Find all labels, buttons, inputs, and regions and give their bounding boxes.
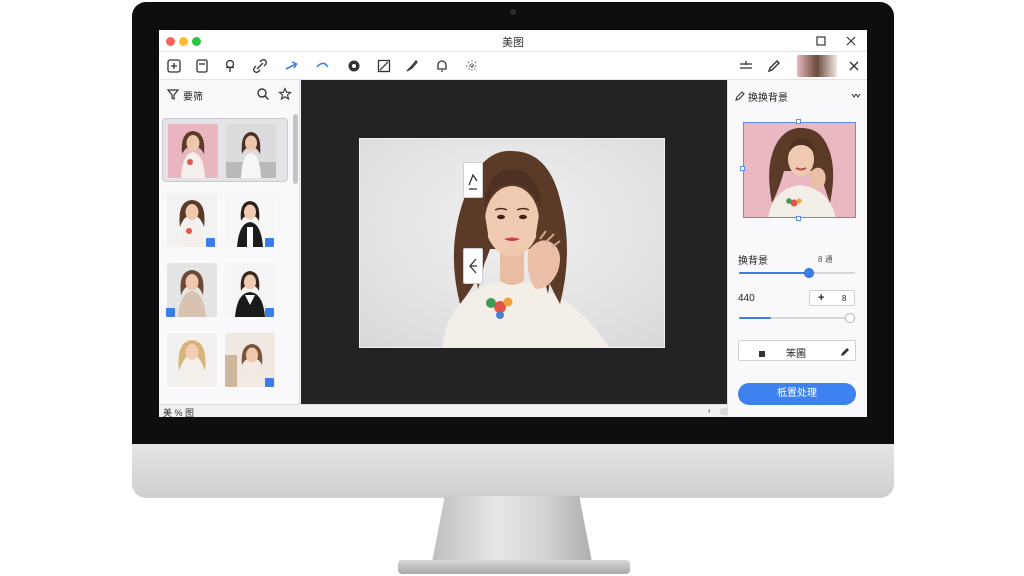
window-title: 美图 — [502, 37, 524, 49]
status-bar: ‹ ‹ ^ — [300, 404, 829, 417]
tool-selector[interactable]: 笨圖 — [738, 340, 856, 361]
camera-dot — [510, 9, 516, 15]
filter-dropdown[interactable]: 要筛 — [183, 88, 203, 103]
app-window: 美图 要筛 美 % 图 ‹ 换换背景 换背景 8 通 440 + 8 笨圖 柢置… — [159, 30, 867, 417]
batch-process-button[interactable]: 柢置处理 — [738, 383, 856, 405]
crop-handle-bottom[interactable] — [796, 216, 801, 221]
collapse-tab-top[interactable] — [463, 162, 483, 198]
background-section-label: 换背景 — [738, 256, 768, 267]
pencil-icon[interactable] — [839, 345, 851, 357]
selected-badge-icon — [166, 308, 175, 317]
brush-icon[interactable] — [403, 57, 421, 75]
background-replace-panel: 换换背景 换背景 8 通 440 + 8 笨圖 柢置处理 — [727, 80, 867, 417]
edit-icon — [734, 89, 746, 101]
image-list-footer: 美 % 图 — [159, 404, 300, 417]
slider-knob[interactable] — [845, 313, 855, 323]
search-icon[interactable] — [255, 86, 271, 102]
sparkle-icon[interactable] — [463, 57, 481, 75]
bell-icon[interactable] — [433, 57, 451, 75]
close-icon[interactable] — [843, 33, 859, 49]
selected-badge-icon — [265, 238, 274, 247]
background-strength-slider[interactable] — [739, 268, 855, 278]
adjust-icon[interactable] — [737, 57, 755, 75]
selected-badge-icon — [265, 378, 274, 387]
folder-add-icon[interactable] — [165, 57, 183, 75]
document-icon[interactable] — [193, 57, 211, 75]
pen-icon[interactable] — [765, 57, 783, 75]
scroll-left-icon[interactable]: ‹ — [708, 406, 711, 415]
main-photo[interactable] — [359, 138, 665, 348]
pin-icon[interactable] — [221, 57, 239, 75]
image-list-header: 要筛 — [159, 80, 300, 108]
image-list-scrollbar[interactable] — [293, 114, 298, 184]
slider-knob[interactable] — [804, 268, 814, 278]
filter-icon[interactable] — [165, 86, 181, 102]
magic-wand-icon[interactable] — [313, 57, 331, 75]
square-icon — [757, 346, 767, 357]
list-item[interactable] — [162, 118, 288, 182]
crop-handle-top[interactable] — [796, 119, 801, 124]
image-thumbnail[interactable] — [168, 124, 218, 178]
quantity-stepper[interactable]: + 8 — [809, 290, 855, 306]
image-thumbnail[interactable] — [167, 333, 217, 387]
selected-badge-icon — [265, 308, 274, 317]
monitor-stand-foot — [398, 560, 630, 574]
list-item[interactable] — [162, 188, 288, 252]
list-item[interactable] — [162, 328, 288, 392]
link-icon[interactable] — [251, 57, 269, 75]
selected-badge-icon — [206, 238, 215, 247]
stepper-plus-button[interactable]: + — [818, 292, 824, 304]
slider-fill — [739, 272, 809, 274]
chevron-down-icon[interactable] — [850, 89, 862, 101]
value-slider[interactable] — [739, 313, 855, 323]
monitor-stand-neck — [432, 496, 592, 562]
collapse-tab-bottom[interactable] — [463, 248, 483, 284]
arrow-icon[interactable] — [283, 57, 301, 75]
panel-title: 换换背景 — [748, 93, 788, 104]
preview-image — [744, 123, 855, 217]
background-preview[interactable] — [743, 122, 856, 218]
monitor-chin — [132, 444, 894, 498]
image-list-panel: 要筛 美 % 图 — [159, 80, 300, 417]
image-thumbnail[interactable] — [226, 124, 276, 178]
stepper-alt-label: 8 — [842, 294, 847, 303]
star-icon[interactable] — [277, 86, 293, 102]
slider-fill — [739, 317, 772, 319]
background-section-hint: 8 通 — [818, 255, 833, 264]
maximize-icon[interactable] — [813, 33, 829, 49]
circle-icon[interactable] — [345, 57, 363, 75]
list-item[interactable] — [162, 258, 288, 322]
title-bar: 美图 — [159, 30, 867, 52]
value-label: 440 — [738, 293, 755, 304]
crop-handle-left[interactable] — [740, 166, 745, 171]
toolbar — [159, 52, 867, 80]
recent-image-thumbnail[interactable] — [797, 55, 837, 77]
tool-selector-label: 笨圖 — [786, 349, 806, 360]
editing-canvas[interactable] — [301, 80, 727, 404]
portrait-image — [360, 139, 664, 347]
crop-icon[interactable] — [375, 57, 393, 75]
image-list-footer-text: 美 % 图 — [163, 408, 195, 417]
close-panel-icon[interactable] — [845, 57, 863, 75]
